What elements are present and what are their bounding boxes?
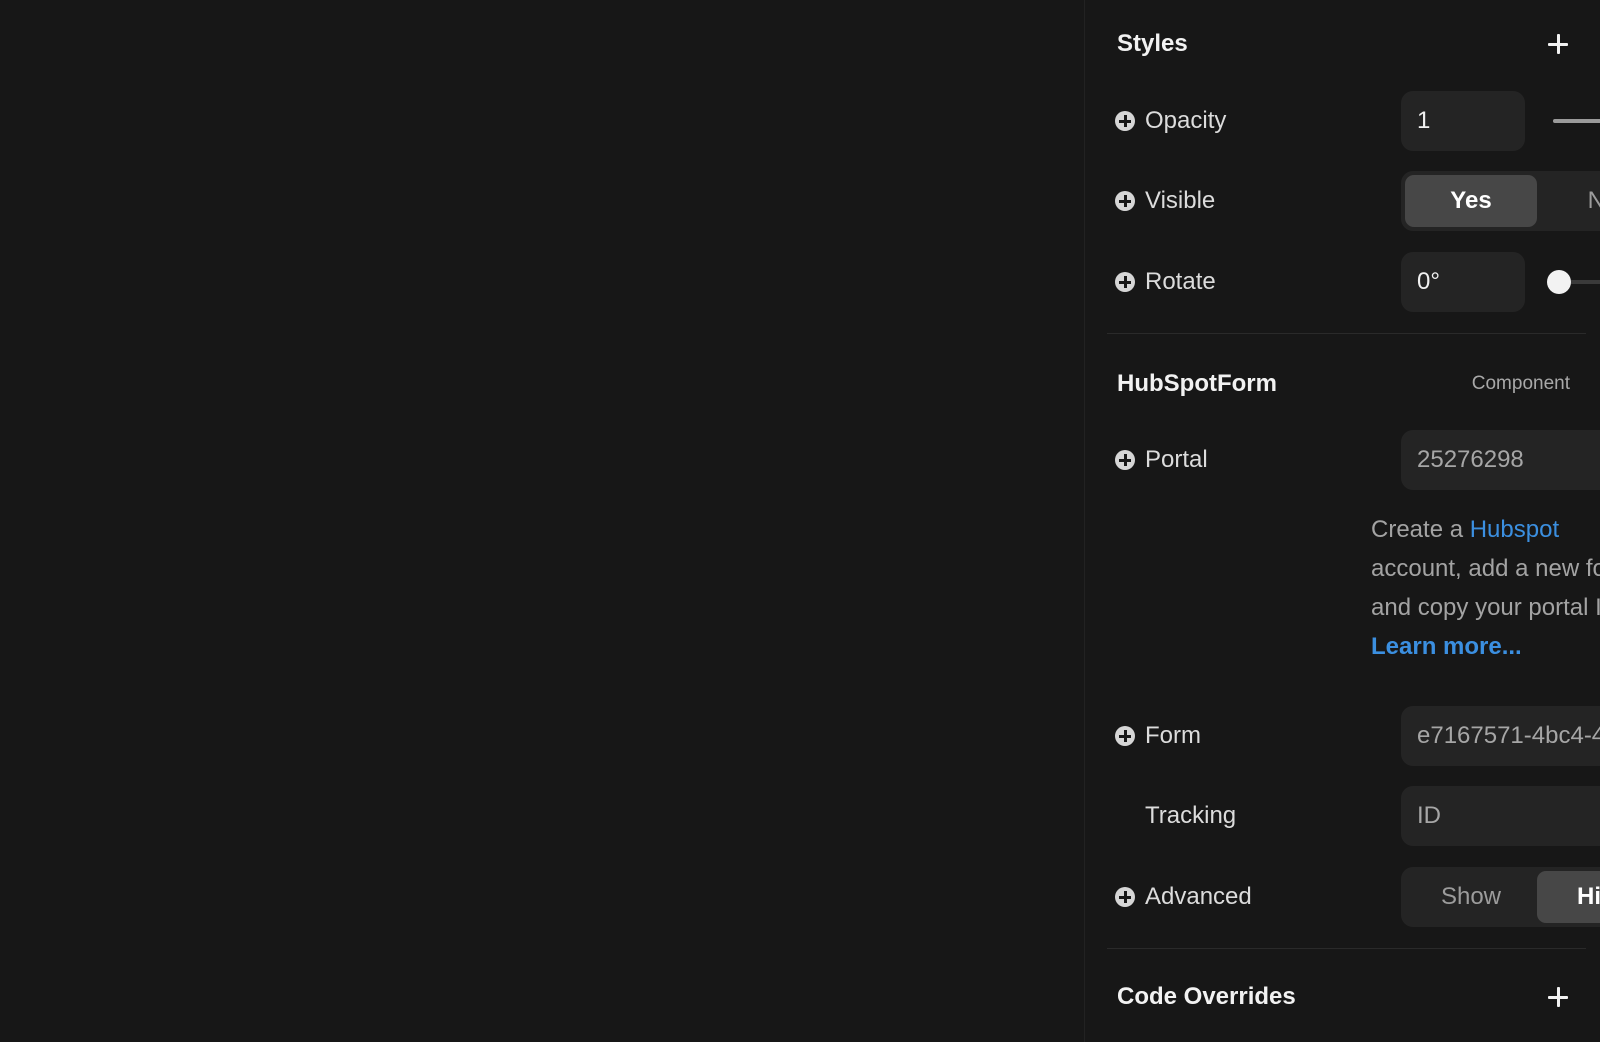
opacity-row: Opacity 1 bbox=[1115, 91, 1600, 151]
add-style-plus-icon[interactable] bbox=[1544, 30, 1572, 58]
code-overrides-title: Code Overrides bbox=[1117, 983, 1296, 1010]
add-override-plus-icon[interactable] bbox=[1544, 983, 1572, 1011]
visible-toggle: Yes No bbox=[1401, 171, 1600, 231]
component-header: HubSpotForm Component bbox=[1117, 364, 1570, 404]
portal-input[interactable]: 25276298 bbox=[1401, 430, 1600, 490]
visible-yes-option[interactable]: Yes bbox=[1405, 175, 1537, 227]
divider bbox=[1107, 333, 1586, 334]
rotate-input[interactable]: 0° bbox=[1401, 252, 1525, 312]
advanced-hide-option[interactable]: Hide bbox=[1537, 871, 1600, 923]
advanced-show-option[interactable]: Show bbox=[1405, 871, 1537, 923]
rotate-label: Rotate bbox=[1145, 268, 1216, 295]
visible-no-option[interactable]: No bbox=[1537, 175, 1600, 227]
add-circle-icon[interactable] bbox=[1115, 111, 1135, 131]
opacity-slider-fill bbox=[1553, 119, 1600, 123]
tracking-label: Tracking bbox=[1145, 802, 1237, 829]
advanced-row: Advanced Show Hide bbox=[1115, 867, 1600, 927]
portal-label: Portal bbox=[1145, 446, 1208, 473]
rotate-slider-thumb[interactable] bbox=[1547, 270, 1571, 294]
portal-help-text: Create a Hubspot account, add a new form… bbox=[1371, 516, 1600, 660]
add-circle-icon[interactable] bbox=[1115, 726, 1135, 746]
add-circle-icon[interactable] bbox=[1115, 272, 1135, 292]
visible-row: Visible Yes No bbox=[1115, 171, 1600, 231]
canvas-area[interactable] bbox=[0, 0, 1084, 1042]
opacity-input[interactable]: 1 bbox=[1401, 91, 1525, 151]
visible-label: Visible bbox=[1145, 187, 1216, 214]
properties-panel: Styles Opacity 1 Visible Yes No Rotate bbox=[1084, 0, 1600, 1042]
opacity-label: Opacity bbox=[1145, 107, 1227, 134]
opacity-slider[interactable] bbox=[1547, 91, 1600, 151]
component-tag: Component bbox=[1471, 373, 1570, 394]
form-label: Form bbox=[1145, 722, 1201, 749]
advanced-toggle: Show Hide bbox=[1401, 867, 1600, 927]
form-input[interactable]: e7167571-4bc4-4c... bbox=[1401, 706, 1600, 766]
tracking-row: Tracking ID bbox=[1115, 786, 1600, 846]
divider bbox=[1107, 948, 1586, 949]
code-overrides-header: Code Overrides bbox=[1117, 977, 1568, 1017]
form-row: Form e7167571-4bc4-4c... bbox=[1115, 706, 1600, 766]
add-circle-icon[interactable] bbox=[1115, 191, 1135, 211]
add-circle-icon[interactable] bbox=[1115, 887, 1135, 907]
rotate-slider[interactable] bbox=[1547, 252, 1600, 312]
advanced-label: Advanced bbox=[1145, 883, 1252, 910]
styles-header: Styles bbox=[1117, 24, 1568, 64]
tracking-input[interactable]: ID bbox=[1401, 786, 1600, 846]
add-circle-icon[interactable] bbox=[1115, 450, 1135, 470]
portal-row: Portal 25276298 bbox=[1115, 430, 1600, 490]
learn-more-link[interactable]: Learn more... bbox=[1371, 633, 1522, 660]
styles-title: Styles bbox=[1117, 30, 1188, 57]
rotate-row: Rotate 0° bbox=[1115, 252, 1600, 312]
component-title: HubSpotForm bbox=[1117, 370, 1277, 397]
hubspot-link[interactable]: Hubspot bbox=[1470, 516, 1559, 543]
